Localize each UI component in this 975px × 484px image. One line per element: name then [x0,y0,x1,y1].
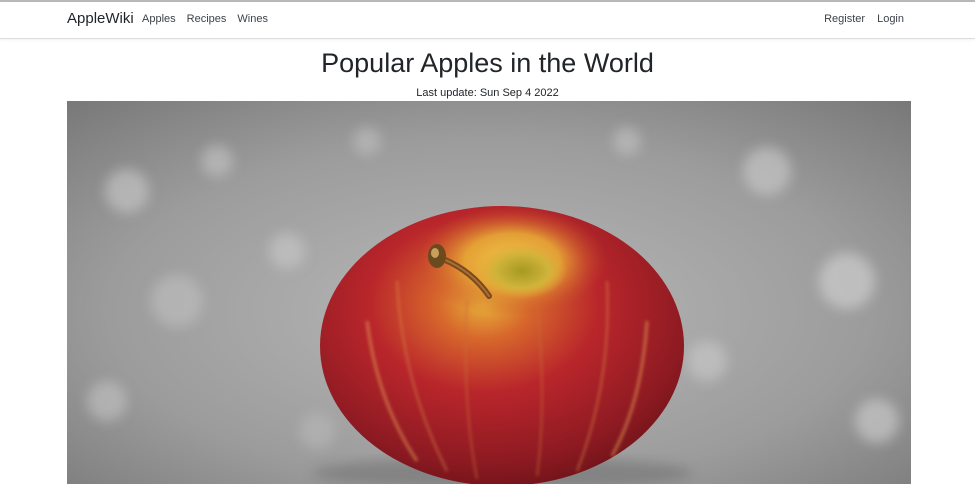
nav-link-wines[interactable]: Wines [237,13,268,25]
nav-links-right: Register Login [824,13,904,25]
login-link[interactable]: Login [877,13,904,25]
page-title: Popular Apples in the World [321,48,654,78]
brand-link[interactable]: AppleWiki [67,10,134,27]
register-link[interactable]: Register [824,13,865,25]
hero-apple-image [67,101,911,484]
nav-link-apples[interactable]: Apples [142,13,176,25]
last-update-text: Last update: Sun Sep 4 2022 [416,87,559,99]
apple-photo [67,101,911,484]
nav-link-recipes[interactable]: Recipes [187,13,227,25]
navbar: AppleWiki Apples Recipes Wines Register … [0,2,975,39]
nav-links-left: Apples Recipes Wines [142,13,268,25]
